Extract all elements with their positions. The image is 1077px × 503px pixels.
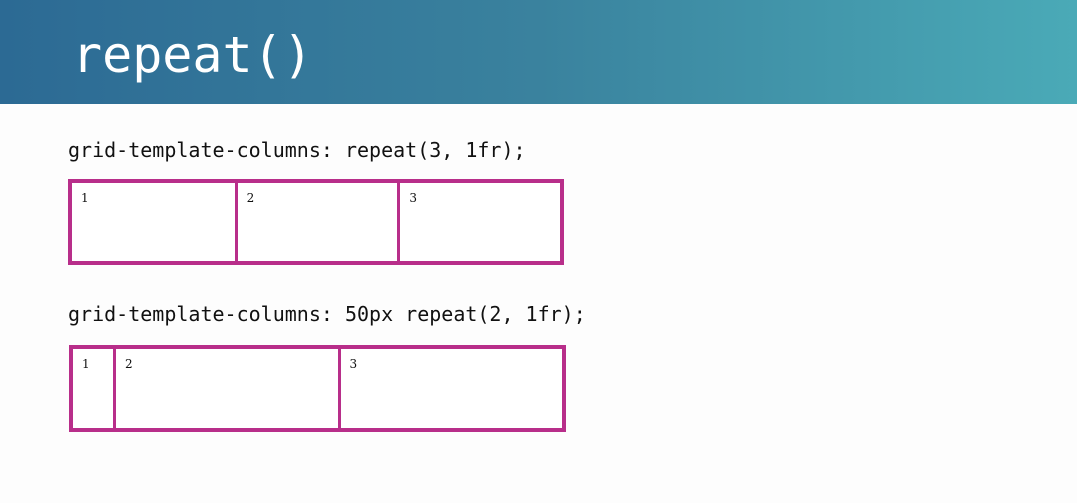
slide-header: repeat() bbox=[0, 0, 1077, 104]
grid-demo-2: 1 2 3 bbox=[69, 345, 566, 432]
grid-cell: 3 bbox=[337, 349, 563, 428]
grid-cell: 1 bbox=[81, 191, 89, 205]
code-example-2: grid-template-columns: 50px repeat(2, 1f… bbox=[68, 302, 586, 326]
grid-cell: 3 bbox=[397, 183, 560, 261]
slide-title: repeat() bbox=[72, 26, 313, 84]
code-example-1: grid-template-columns: repeat(3, 1fr); bbox=[68, 138, 526, 162]
grid-demo-1: 1 2 3 bbox=[68, 179, 564, 265]
grid-cell: 2 bbox=[113, 349, 338, 428]
grid-cell: 1 bbox=[82, 357, 90, 371]
grid-cell: 2 bbox=[234, 183, 398, 261]
